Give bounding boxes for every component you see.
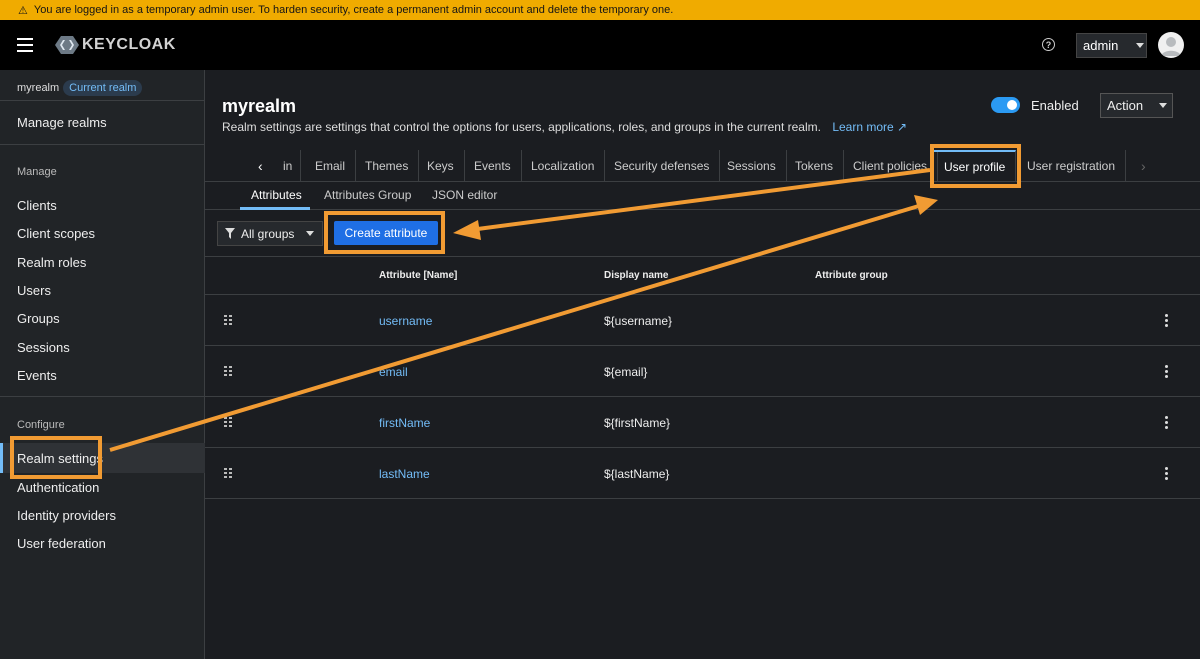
sidebar-item-events[interactable]: Events (17, 368, 57, 383)
caret-down-icon (1136, 43, 1145, 48)
attribute-display-name: ${username} (604, 314, 673, 328)
caret-down-icon (1159, 103, 1168, 108)
subtab-attributes-group[interactable]: Attributes Group (324, 188, 411, 202)
user-profile-subtabs: Attributes Attributes Group JSON editor (205, 182, 1200, 210)
current-realm-badge: Current realm (63, 80, 143, 96)
create-attribute-button[interactable]: Create attribute (334, 221, 438, 245)
sidebar-item-realm-settings[interactable]: Realm settings (17, 451, 103, 466)
tab-client-policies[interactable]: Client policies (843, 150, 939, 182)
user-dropdown[interactable]: admin (1076, 33, 1147, 58)
realm-settings-tabs: ‹ in Email Themes Keys Events Localizati… (205, 150, 1200, 182)
tab-localization[interactable]: Localization (521, 150, 606, 182)
section-heading-manage: Manage (17, 166, 57, 178)
drag-handle-icon[interactable] (224, 315, 232, 325)
tab-email[interactable]: Email (305, 150, 357, 182)
learn-more-label: Learn more (832, 120, 894, 134)
sidebar-item-sessions[interactable]: Sessions (17, 340, 70, 355)
hamburger-menu-icon[interactable] (17, 38, 33, 52)
masthead: KEYCLOAK ? admin (0, 20, 1200, 70)
user-dropdown-label: admin (1083, 38, 1119, 53)
caret-down-icon (306, 231, 315, 236)
row-actions-kebab-icon[interactable] (1165, 416, 1168, 429)
section-heading-configure: Configure (17, 419, 65, 431)
help-icon[interactable]: ? (1042, 38, 1055, 51)
sidebar-item-identity-providers[interactable]: Identity providers (17, 508, 116, 523)
tab-security-defenses[interactable]: Security defenses (604, 150, 721, 182)
learn-more-link[interactable]: Learn more ↗ (832, 120, 907, 134)
external-link-icon: ↗ (897, 120, 908, 134)
page-title: myrealm (222, 96, 297, 116)
divider (0, 144, 205, 145)
tab-user-registration[interactable]: User registration (1017, 150, 1127, 182)
column-header-attribute-name[interactable]: Attribute [Name] (379, 270, 457, 281)
attribute-display-name: ${lastName} (604, 467, 670, 481)
keycloak-logo-icon (55, 36, 79, 54)
temporary-admin-banner: ⚠ You are logged in as a temporary admin… (0, 0, 1200, 20)
logo-text: KEYCLOAK (82, 36, 176, 53)
tab-user-profile[interactable]: User profile (934, 150, 1017, 182)
subtab-json-editor[interactable]: JSON editor (432, 188, 497, 202)
user-avatar-icon (1161, 37, 1181, 56)
attribute-name-link[interactable]: username (379, 314, 432, 328)
row-actions-kebab-icon[interactable] (1165, 365, 1168, 378)
attributes-toolbar: All groups Create attribute (205, 210, 1200, 257)
realm-name: myrealm (17, 82, 60, 94)
banner-text: You are logged in as a temporary admin u… (33, 4, 674, 16)
divider (0, 100, 205, 101)
group-filter-label: All groups (241, 226, 295, 241)
sidebar-item-groups[interactable]: Groups (17, 311, 60, 326)
action-dropdown-label: Action (1107, 98, 1144, 113)
subtab-attributes[interactable]: Attributes (251, 188, 302, 202)
keycloak-logo[interactable]: KEYCLOAK (54, 35, 176, 55)
sidebar-item-manage-realms[interactable]: Manage realms (17, 115, 107, 130)
avatar[interactable] (1158, 32, 1184, 58)
table-row: firstName ${firstName} (205, 397, 1200, 448)
row-actions-kebab-icon[interactable] (1165, 467, 1168, 480)
tab-events[interactable]: Events (464, 150, 522, 182)
tab-sessions[interactable]: Sessions (717, 150, 787, 182)
filter-icon (225, 228, 235, 239)
drag-handle-icon[interactable] (224, 417, 232, 427)
enabled-label: Enabled (1031, 98, 1079, 113)
tab-keys[interactable]: Keys (417, 150, 465, 182)
tab-scroll-right-icon[interactable]: › (1141, 158, 1146, 174)
table-header: Attribute [Name] Display name Attribute … (205, 257, 1200, 295)
main-content: myrealm Realm settings are settings that… (205, 70, 1200, 659)
group-filter-dropdown[interactable]: All groups (217, 221, 323, 246)
row-actions-kebab-icon[interactable] (1165, 314, 1168, 327)
table-row: email ${email} (205, 346, 1200, 397)
drag-handle-icon[interactable] (224, 366, 232, 376)
sidebar-item-realm-roles[interactable]: Realm roles (17, 255, 86, 270)
table-row: lastName ${lastName} (205, 448, 1200, 499)
tab-themes[interactable]: Themes (355, 150, 420, 182)
realm-selector[interactable]: myrealm Current realm (17, 80, 143, 96)
table-row: username ${username} (205, 295, 1200, 346)
sidebar-item-client-scopes[interactable]: Client scopes (17, 226, 95, 241)
tab-login[interactable]: in (275, 150, 302, 182)
tab-scroll-left-icon[interactable]: ‹ (258, 158, 263, 174)
tab-tokens[interactable]: Tokens (785, 150, 845, 182)
drag-handle-icon[interactable] (224, 468, 232, 478)
sidebar-item-users[interactable]: Users (17, 283, 51, 298)
attribute-name-link[interactable]: lastName (379, 467, 430, 481)
warning-icon: ⚠ (18, 4, 28, 17)
realm-enabled-toggle[interactable] (991, 97, 1020, 113)
divider (0, 396, 205, 397)
column-header-attribute-group[interactable]: Attribute group (815, 270, 888, 281)
sidebar-item-clients[interactable]: Clients (17, 198, 57, 213)
attribute-display-name: ${firstName} (604, 416, 671, 430)
sidebar-item-user-federation[interactable]: User federation (17, 536, 106, 551)
sidebar-item-authentication[interactable]: Authentication (17, 480, 99, 495)
column-header-display-name[interactable]: Display name (604, 270, 668, 281)
action-dropdown[interactable]: Action (1100, 93, 1173, 118)
page-description-text: Realm settings are settings that control… (222, 120, 821, 134)
attribute-name-link[interactable]: email (379, 365, 408, 379)
attribute-display-name: ${email} (604, 365, 648, 379)
page-description: Realm settings are settings that control… (222, 120, 907, 134)
attribute-name-link[interactable]: firstName (379, 416, 430, 430)
sidebar-nav: myrealm Current realm Manage realms Mana… (0, 70, 205, 659)
